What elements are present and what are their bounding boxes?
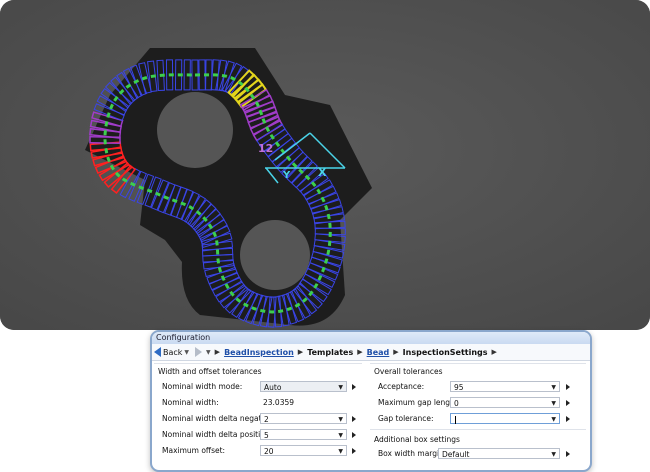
- breadcrumb-templates[interactable]: Templates: [307, 348, 353, 357]
- maximum-gap-length-value: 0: [454, 399, 459, 408]
- chevron-down-icon[interactable]: ▼: [338, 430, 343, 441]
- y-axis-label: Y: [282, 170, 291, 181]
- row-expand-arrow-icon[interactable]: [352, 384, 356, 390]
- nominal-width-delta-negative-value: 2: [264, 415, 269, 424]
- box-width-margin-select[interactable]: Default ▼: [438, 448, 560, 459]
- chevron-down-icon[interactable]: ▼: [551, 398, 556, 409]
- breadcrumb-separator-icon: ▶: [491, 348, 497, 356]
- part-hole-lower: [240, 220, 310, 290]
- nominal-width-mode-row: Nominal width mode: Auto ▼: [154, 379, 362, 395]
- image-viewer[interactable]: 12 X Y: [0, 0, 650, 330]
- maximum-offset-label: Maximum offset:: [162, 446, 226, 455]
- chevron-down-icon[interactable]: ▼: [338, 446, 343, 457]
- maximum-gap-length-row: Maximum gap length: 0 ▼: [370, 395, 586, 411]
- breadcrumb-separator-icon: ▶: [357, 348, 363, 356]
- forward-dropdown-icon[interactable]: ▼: [206, 349, 211, 356]
- chevron-down-icon[interactable]: ▼: [338, 382, 343, 393]
- settings-content: Width and offset tolerances Nominal widt…: [152, 361, 590, 466]
- breadcrumb-separator-icon: ▶: [214, 348, 221, 356]
- nominal-width-value: 23.0359: [263, 398, 295, 407]
- maximum-offset-input[interactable]: 20 ▼: [260, 445, 347, 456]
- navigation-bar: Back ▼ ▼ ▶ BeadInspection ▶ Templates ▶ …: [152, 344, 590, 361]
- maximum-offset-value: 20: [264, 447, 274, 456]
- maximum-offset-row: Maximum offset: 20 ▼: [154, 443, 362, 459]
- box-width-margin-value: Default: [442, 450, 470, 459]
- nominal-width-label: Nominal width:: [162, 398, 219, 407]
- row-expand-arrow-icon[interactable]: [566, 416, 570, 422]
- chevron-down-icon[interactable]: ▼: [551, 449, 556, 460]
- acceptance-input[interactable]: 95 ▼: [450, 381, 560, 392]
- maximum-gap-length-input[interactable]: 0 ▼: [450, 397, 560, 408]
- breadcrumb-inspectionsettings[interactable]: InspectionSettings: [403, 348, 488, 357]
- x-axis-label: X: [318, 166, 327, 179]
- nominal-width-delta-positive-input[interactable]: 5 ▼: [260, 429, 347, 440]
- forward-arrow-icon[interactable]: [195, 347, 203, 357]
- chevron-down-icon[interactable]: ▼: [551, 382, 556, 393]
- row-expand-arrow-icon[interactable]: [566, 400, 570, 406]
- breadcrumb-beadinspection[interactable]: BeadInspection: [224, 348, 294, 357]
- box-width-margin-row: Box width margin: Default ▼: [370, 446, 586, 462]
- configuration-dialog: Configuration Back ▼ ▼ ▶ BeadInspection …: [150, 330, 592, 472]
- nominal-width-delta-negative-input[interactable]: 2 ▼: [260, 413, 347, 424]
- overall-tolerances-group-title: Overall tolerances: [374, 367, 443, 376]
- gap-tolerance-input[interactable]: ▼: [450, 413, 560, 424]
- nominal-width-delta-positive-row: Nominal width delta positive: 5 ▼: [154, 427, 362, 443]
- nominal-width-delta-positive-value: 5: [264, 431, 269, 440]
- chevron-down-icon[interactable]: ▼: [338, 414, 343, 425]
- nominal-width-delta-positive-label: Nominal width delta positive:: [162, 430, 272, 439]
- gap-tolerance-label: Gap tolerance:: [378, 414, 434, 423]
- breadcrumb-separator-icon: ▶: [297, 348, 304, 356]
- chevron-down-icon[interactable]: ▼: [551, 414, 556, 425]
- back-dropdown-icon[interactable]: ▼: [184, 349, 189, 356]
- nominal-width-mode-label: Nominal width mode:: [162, 382, 243, 391]
- nominal-width-delta-negative-row: Nominal width delta negative: 2 ▼: [154, 411, 362, 427]
- additional-box-settings-title: Additional box settings: [370, 429, 586, 446]
- back-button[interactable]: Back: [163, 348, 182, 357]
- width-offset-group: Width and offset tolerances Nominal widt…: [154, 363, 362, 459]
- nominal-width-mode-select[interactable]: Auto ▼: [260, 381, 347, 392]
- row-expand-arrow-icon[interactable]: [352, 416, 356, 422]
- count-label: 12: [258, 142, 273, 155]
- nominal-width-mode-value: Auto: [264, 383, 282, 392]
- width-offset-group-title: Width and offset tolerances: [158, 367, 262, 376]
- overall-tolerances-group: Overall tolerances Acceptance: 95 ▼ Maxi…: [370, 363, 586, 462]
- text-cursor: [455, 416, 456, 424]
- box-width-margin-label: Box width margin:: [378, 449, 447, 458]
- dialog-title: Configuration: [152, 332, 590, 344]
- acceptance-value: 95: [454, 383, 464, 392]
- row-expand-arrow-icon[interactable]: [566, 451, 570, 457]
- breadcrumb-bead[interactable]: Bead: [367, 348, 390, 357]
- part-hole-upper: [157, 92, 233, 168]
- nominal-width-row: Nominal width: 23.0359: [154, 395, 362, 411]
- row-expand-arrow-icon[interactable]: [566, 384, 570, 390]
- gap-tolerance-row: Gap tolerance: ▼: [370, 411, 586, 427]
- inspection-image: 12 X Y: [0, 0, 650, 330]
- row-expand-arrow-icon[interactable]: [352, 448, 356, 454]
- acceptance-label: Acceptance:: [378, 382, 425, 391]
- row-expand-arrow-icon[interactable]: [352, 432, 356, 438]
- back-arrow-icon[interactable]: [154, 347, 161, 357]
- acceptance-row: Acceptance: 95 ▼: [370, 379, 586, 395]
- maximum-gap-length-label: Maximum gap length:: [378, 398, 461, 407]
- nominal-width-delta-negative-label: Nominal width delta negative:: [162, 414, 276, 423]
- breadcrumb-separator-icon: ▶: [393, 348, 399, 356]
